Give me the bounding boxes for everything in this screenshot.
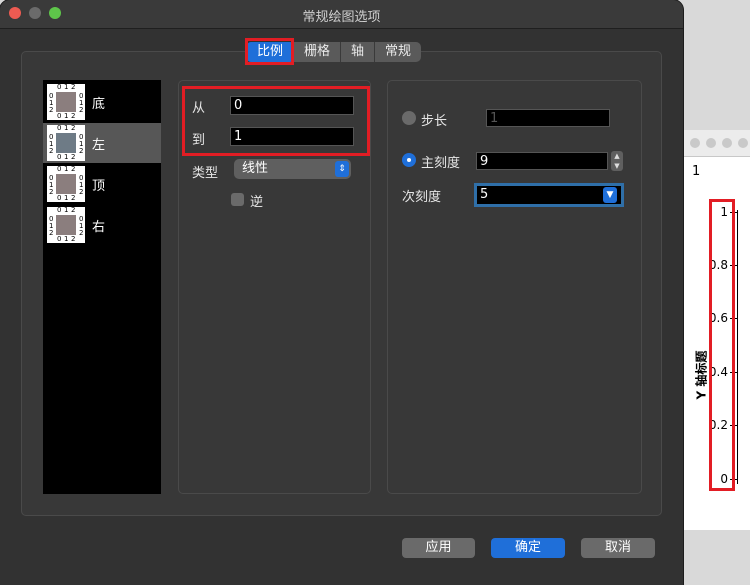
icon-tick-label: 0	[57, 194, 62, 202]
axis-left-icon: 000011112222	[47, 125, 85, 161]
ok-button[interactable]: 确定	[491, 538, 565, 558]
axis-item-left[interactable]: 000011112222 左	[43, 123, 161, 163]
tab-axis[interactable]: 轴	[341, 42, 376, 62]
icon-tick-label: 0	[57, 153, 62, 161]
icon-tick-label: 1	[64, 194, 69, 202]
dialog-titlebar: 常规绘图选项	[0, 0, 683, 29]
type-select-value: 线性	[242, 161, 269, 176]
background-window-titlebar	[684, 130, 750, 157]
tab-highlight	[245, 38, 294, 65]
axis-top-icon: 000011112222	[47, 166, 85, 202]
icon-tick-label: 2	[71, 194, 76, 202]
y-axis-line	[737, 210, 738, 484]
icon-tick-label: 2	[71, 153, 76, 161]
plot-options-dialog: 常规绘图选项 比例 栅格 轴 常规 000011112222 底 0000111…	[0, 0, 683, 585]
icon-tick-label: 0	[57, 235, 62, 243]
chevron-down-icon[interactable]: ▼	[603, 187, 617, 203]
icon-tick-label: 2	[79, 188, 84, 196]
icon-tick-label: 2	[49, 188, 54, 196]
window-dot-icon	[722, 138, 732, 148]
type-label: 类型	[192, 166, 219, 181]
stepper-icon[interactable]: ▲ ▼	[611, 151, 623, 171]
axis-item-label: 左	[92, 138, 106, 153]
minor-ticks-label: 次刻度	[402, 190, 442, 205]
icon-tick-label: 2	[71, 206, 76, 214]
icon-tick-label: 2	[49, 147, 54, 155]
axis-item-right[interactable]: 000011112222 右	[43, 205, 161, 245]
window-dot-icon	[690, 138, 700, 148]
icon-tick-label: 2	[79, 147, 84, 155]
major-ticks-label: 主刻度	[421, 156, 461, 171]
type-select[interactable]: 线性 ⇕	[234, 159, 351, 179]
major-ticks-input[interactable]: 9	[476, 152, 608, 170]
icon-tick-label: 2	[79, 229, 84, 237]
axis-list: 000011112222 底 000011112222 左 0000111122…	[43, 80, 161, 494]
axis-item-top[interactable]: 000011112222 顶	[43, 164, 161, 204]
dialog-title: 常规绘图选项	[302, 10, 381, 25]
axis-item-label: 右	[92, 220, 106, 235]
icon-tick-label: 1	[64, 165, 69, 173]
icon-tick-label: 2	[71, 165, 76, 173]
icon-tick-label: 1	[64, 112, 69, 120]
icon-tick-label: 1	[64, 206, 69, 214]
icon-tick-label: 1	[64, 235, 69, 243]
window-dot-icon	[706, 138, 716, 148]
chevron-updown-icon: ⇕	[335, 161, 349, 177]
icon-tick-label: 1	[64, 153, 69, 161]
step-input[interactable]: 1	[486, 109, 610, 127]
plot-corner-label: 1	[692, 164, 701, 179]
icon-tick-label: 2	[71, 112, 76, 120]
apply-button[interactable]: 应用	[402, 538, 475, 558]
tab-grid[interactable]: 栅格	[294, 42, 342, 62]
icon-tick-label: 0	[57, 112, 62, 120]
window-dot-icon	[738, 138, 748, 148]
icon-tick-label: 0	[57, 124, 62, 132]
icon-tick-label: 2	[71, 124, 76, 132]
axis-bottom-icon: 000011112222	[47, 84, 85, 120]
y-axis-highlight	[709, 199, 735, 491]
axis-right-icon: 000011112222	[47, 207, 85, 243]
tab-general[interactable]: 常规	[375, 42, 421, 62]
icon-tick-label: 0	[57, 83, 62, 91]
ticks-group	[387, 80, 642, 494]
axis-item-label: 底	[92, 97, 106, 112]
major-ticks-radio[interactable]	[402, 153, 416, 167]
reverse-checkbox[interactable]	[231, 193, 244, 206]
icon-tick-label: 0	[57, 206, 62, 214]
step-label: 步长	[421, 114, 448, 129]
range-highlight	[182, 86, 370, 156]
icon-tick-label: 2	[71, 235, 76, 243]
icon-tick-label: 2	[49, 106, 54, 114]
minor-ticks-select[interactable]: 5	[474, 183, 624, 207]
axis-item-label: 顶	[92, 179, 106, 194]
icon-tick-label: 1	[64, 124, 69, 132]
axis-item-bottom[interactable]: 000011112222 底	[43, 82, 161, 122]
reverse-label: 逆	[250, 195, 264, 210]
icon-tick-label: 2	[49, 229, 54, 237]
cancel-button[interactable]: 取消	[581, 538, 655, 558]
icon-tick-label: 1	[64, 83, 69, 91]
icon-tick-label: 2	[79, 106, 84, 114]
icon-tick-label: 0	[57, 165, 62, 173]
step-radio[interactable]	[402, 111, 416, 125]
icon-tick-label: 2	[71, 83, 76, 91]
